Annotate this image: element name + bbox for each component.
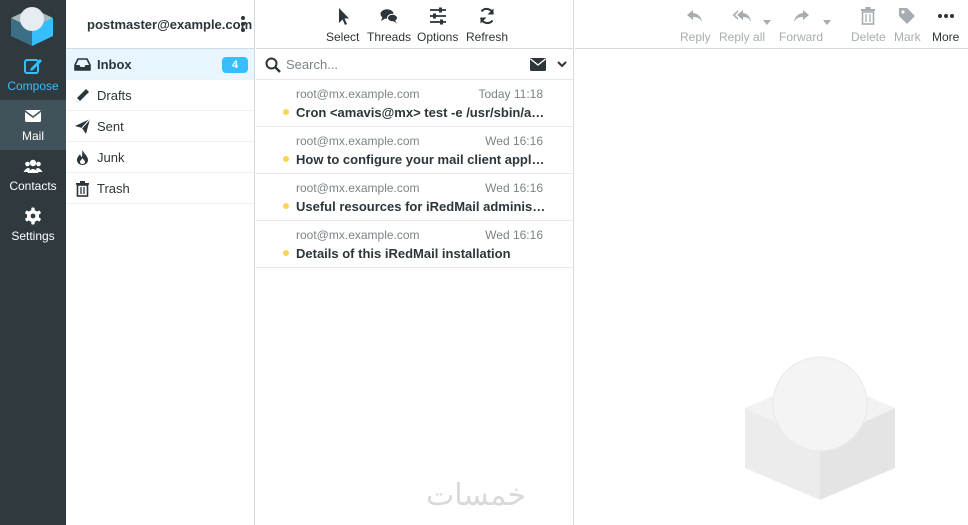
gear-icon bbox=[25, 207, 41, 225]
trash-icon bbox=[861, 7, 876, 25]
options-label: Options bbox=[417, 30, 459, 44]
taskbar: Compose Mail Contacts Settings bbox=[0, 0, 66, 525]
folder-drafts[interactable]: Drafts bbox=[66, 80, 254, 111]
roundcube-watermark-logo bbox=[745, 356, 895, 500]
reply-button[interactable]: Reply bbox=[680, 6, 711, 44]
message-subject: Useful resources for iRedMail administra… bbox=[296, 199, 546, 214]
message-row[interactable]: root@mx.example.com Today 11:18 Cron <am… bbox=[256, 80, 573, 127]
tag-icon bbox=[899, 8, 916, 24]
message-list-panel: Select Threads Options Refresh Search...… bbox=[256, 0, 574, 525]
folder-junk[interactable]: Junk bbox=[66, 142, 254, 173]
message-subject: Details of this iRedMail installation bbox=[296, 246, 511, 261]
comments-icon bbox=[380, 9, 399, 24]
reply-all-label: Reply all bbox=[719, 30, 766, 44]
more-label: More bbox=[932, 30, 960, 44]
settings-label: Settings bbox=[11, 229, 55, 243]
search-bar bbox=[256, 49, 573, 80]
folder-label: Sent bbox=[97, 119, 124, 134]
message-sender: root@mx.example.com bbox=[296, 181, 420, 195]
contacts-label: Contacts bbox=[9, 179, 57, 193]
trash-icon bbox=[76, 181, 89, 197]
roundcube-logo bbox=[9, 4, 55, 46]
reply-icon bbox=[687, 10, 703, 22]
compose-label: Compose bbox=[7, 79, 59, 93]
message-toolbar: Reply Reply all Forward Delete Mark More bbox=[575, 0, 968, 49]
compose-button[interactable]: Compose bbox=[0, 50, 66, 100]
unread-dot bbox=[283, 203, 289, 209]
mail-button[interactable]: Mail bbox=[0, 100, 66, 150]
refresh-icon bbox=[480, 7, 494, 25]
unread-count-badge: 4 bbox=[222, 57, 248, 73]
message-row[interactable]: root@mx.example.com Wed 16:16 Useful res… bbox=[256, 174, 573, 221]
folder-label: Trash bbox=[97, 181, 130, 196]
pencil-icon bbox=[76, 89, 89, 102]
list-toolbar: Select Threads Options Refresh bbox=[256, 0, 573, 49]
folder-label: Junk bbox=[97, 150, 125, 165]
message-subject: How to configure your mail client applic… bbox=[296, 152, 546, 167]
chevron-down-icon[interactable] bbox=[557, 59, 567, 69]
forward-icon bbox=[794, 10, 809, 22]
account-header: postmaster@example.com bbox=[66, 0, 254, 49]
folder-trash[interactable]: Trash bbox=[66, 173, 254, 204]
forward-label: Forward bbox=[779, 30, 824, 44]
fire-icon bbox=[77, 150, 88, 165]
settings-button[interactable]: Settings bbox=[0, 200, 66, 250]
forward-button[interactable]: Forward bbox=[779, 6, 823, 44]
users-icon bbox=[23, 159, 43, 173]
delete-button[interactable]: Delete bbox=[851, 6, 886, 44]
forward-caret-icon[interactable] bbox=[823, 20, 831, 26]
account-menu-icon[interactable] bbox=[239, 15, 247, 35]
compose-icon bbox=[24, 59, 42, 74]
message-date: Wed 16:16 bbox=[485, 181, 543, 195]
mark-label: Mark bbox=[894, 30, 921, 44]
message-sender: root@mx.example.com bbox=[296, 87, 420, 101]
mark-button[interactable]: Mark bbox=[894, 6, 921, 44]
watermark: خمسات bbox=[426, 478, 527, 513]
message-row[interactable]: root@mx.example.com Wed 16:16 Details of… bbox=[256, 221, 573, 268]
account-email: postmaster@example.com bbox=[87, 17, 253, 32]
options-button[interactable]: Options bbox=[417, 6, 458, 44]
folder-inbox[interactable]: Inbox 4 bbox=[66, 49, 254, 80]
unread-dot bbox=[283, 109, 289, 115]
refresh-button[interactable]: Refresh bbox=[466, 6, 508, 44]
folder-label: Inbox bbox=[97, 57, 132, 72]
more-button[interactable]: More bbox=[932, 6, 959, 44]
select-button[interactable]: Select bbox=[326, 6, 359, 44]
delete-label: Delete bbox=[851, 30, 886, 44]
search-input[interactable] bbox=[286, 55, 486, 73]
folder-sent[interactable]: Sent bbox=[66, 111, 254, 142]
envelope-filter-icon[interactable] bbox=[530, 58, 546, 71]
mail-label: Mail bbox=[21, 129, 44, 143]
message-row[interactable]: root@mx.example.com Wed 16:16 How to con… bbox=[256, 127, 573, 174]
threads-button[interactable]: Threads bbox=[367, 6, 411, 44]
folder-panel: postmaster@example.com Inbox 4 Drafts Se… bbox=[66, 0, 255, 525]
reply-all-button[interactable]: Reply all bbox=[719, 6, 765, 44]
unread-dot bbox=[283, 250, 289, 256]
ellipsis-icon bbox=[937, 14, 954, 18]
reply-label: Reply bbox=[680, 30, 711, 44]
message-date: Today 11:18 bbox=[478, 87, 544, 101]
preview-pane: Reply Reply all Forward Delete Mark More bbox=[575, 0, 968, 525]
folder-label: Drafts bbox=[97, 88, 132, 103]
paper-plane-icon bbox=[75, 118, 91, 134]
reply-all-caret-icon[interactable] bbox=[763, 20, 771, 26]
inbox-icon bbox=[74, 58, 91, 71]
message-sender: root@mx.example.com bbox=[296, 134, 420, 148]
contacts-button[interactable]: Contacts bbox=[0, 150, 66, 200]
message-date: Wed 16:16 bbox=[485, 228, 543, 242]
threads-label: Threads bbox=[367, 30, 412, 44]
unread-dot bbox=[283, 156, 289, 162]
select-label: Select bbox=[326, 30, 360, 44]
sliders-icon bbox=[429, 7, 446, 25]
refresh-label: Refresh bbox=[466, 30, 509, 44]
message-date: Wed 16:16 bbox=[485, 134, 543, 148]
envelope-icon bbox=[24, 110, 42, 122]
message-sender: root@mx.example.com bbox=[296, 228, 420, 242]
cursor-icon bbox=[338, 8, 349, 25]
search-icon bbox=[265, 57, 281, 73]
message-subject: Cron <amavis@mx> test -e /usr/sbin/amavi… bbox=[296, 105, 546, 120]
reply-all-icon bbox=[732, 10, 752, 22]
